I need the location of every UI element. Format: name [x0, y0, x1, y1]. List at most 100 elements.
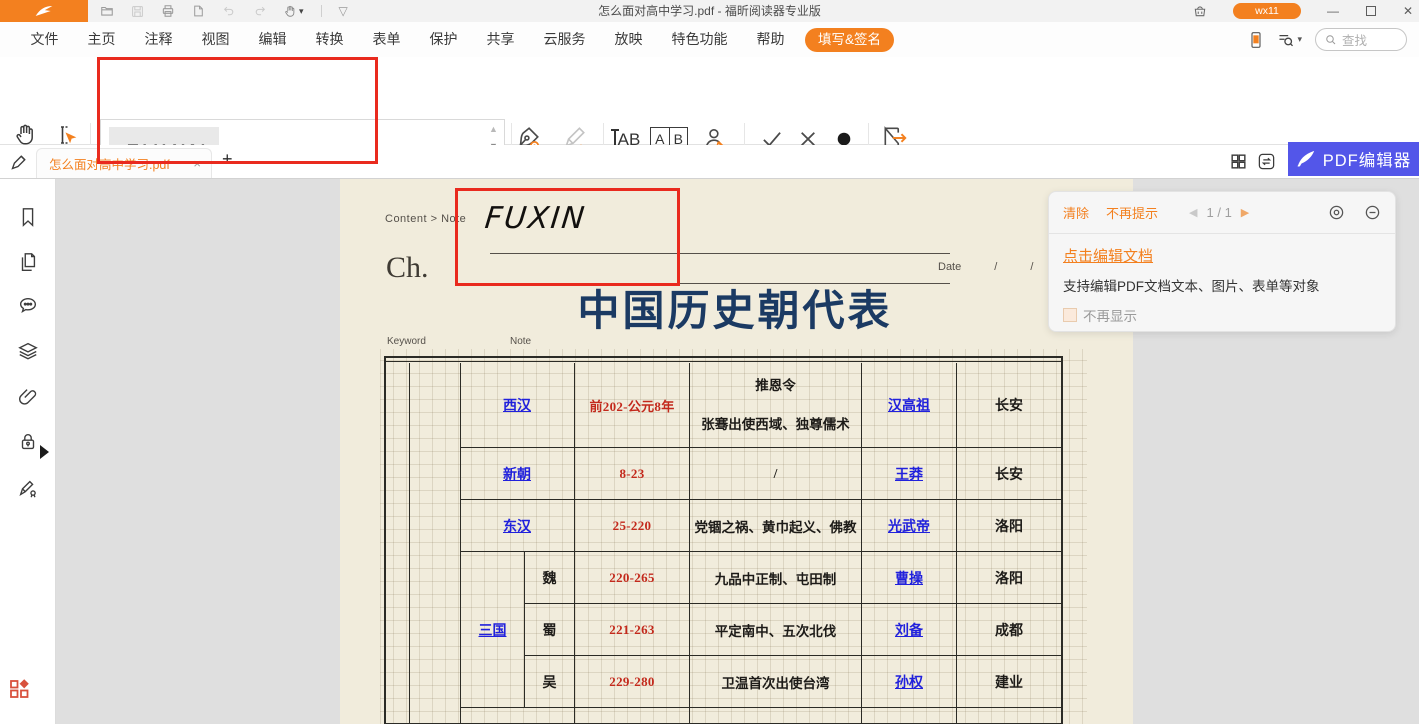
digital-signature-icon[interactable] [17, 477, 39, 499]
note-cell: 九品中正制、屯田制 [690, 552, 862, 604]
dynasty-link[interactable]: 三国 [479, 620, 507, 640]
emperor-link[interactable]: 光武帝 [888, 516, 930, 536]
open-file-icon[interactable] [100, 4, 114, 18]
switch-view-icon[interactable] [1257, 152, 1276, 171]
hint-pager: ◀ 1 / 1 ▶ [1189, 205, 1249, 220]
maximize-button[interactable] [1366, 6, 1376, 16]
pdf-editor-button[interactable]: PDF编辑器 [1288, 142, 1419, 176]
dont-show-checkbox[interactable] [1063, 308, 1077, 322]
emperor-link[interactable]: 汉高祖 [888, 395, 930, 415]
capital-cell: 长安 [957, 363, 1061, 448]
bookmarks-icon[interactable] [17, 206, 39, 228]
period-cell: 221-263 [575, 604, 690, 656]
menu-file[interactable]: 文件 [16, 22, 73, 57]
date-row: Date / / [938, 261, 1033, 273]
components-icon[interactable] [8, 677, 32, 701]
tab-grid-icon[interactable] [1229, 152, 1248, 171]
menu-form[interactable]: 表单 [358, 22, 415, 57]
customize-toolbar-chevron[interactable]: ▽ [339, 0, 348, 22]
search-input[interactable]: 查找 [1315, 28, 1407, 51]
close-window-button[interactable]: ✕ [1403, 4, 1413, 18]
new-document-icon[interactable] [192, 4, 205, 18]
sub-dynasty-cell: 蜀 [525, 604, 575, 656]
dynasty-link[interactable]: 东汉 [503, 516, 531, 536]
window-controls: — ✕ [1327, 0, 1413, 22]
sidebar-expand-handle[interactable] [40, 445, 49, 459]
table-row: 蜀 221-263 平定南中、五次北伐 刘备 成都 [460, 604, 1061, 656]
menu-help[interactable]: 帮助 [742, 22, 799, 57]
date-slash-2: / [1030, 261, 1033, 273]
menu-home[interactable]: 主页 [73, 22, 130, 57]
hand-icon [14, 123, 38, 147]
emperor-link[interactable]: 刘备 [895, 620, 923, 640]
menu-edit[interactable]: 编辑 [244, 22, 301, 57]
foxit-logo[interactable] [0, 0, 88, 22]
basket-icon[interactable] [1193, 4, 1207, 18]
sub-dynasty-cell: 魏 [525, 552, 575, 604]
annotation-rectangle-toolbar [97, 57, 378, 164]
menubar: 文件 主页 注释 视图 编辑 转换 表单 保护 共享 云服务 放映 特色功能 帮… [0, 22, 1419, 57]
table-rows: 西汉 前202-公元8年 推恩令 张骞出使西域、独尊儒术 汉高祖 长安 新朝 8… [460, 363, 1061, 723]
dynasty-link[interactable]: 新朝 [503, 464, 531, 484]
note-cell: / [690, 448, 862, 500]
edit-hint-panel: 清除 不再提示 ◀ 1 / 1 ▶ 点击编辑文档 支持编辑PDF文档文本、图片、… [1048, 191, 1396, 332]
search-icon [1325, 34, 1337, 46]
date-slash-1: / [994, 261, 997, 273]
table-row: 魏 220-265 九品中正制、屯田制 曹操 洛阳 [460, 552, 1061, 604]
emperor-link[interactable]: 孙权 [895, 672, 923, 692]
edit-document-link[interactable]: 点击编辑文档 [1063, 248, 1153, 265]
hint-description: 支持编辑PDF文档文本、图片、表单等对象 [1063, 275, 1381, 295]
period-cell: 25-220 [575, 500, 690, 552]
quill-icon [1296, 150, 1316, 168]
emperor-link[interactable]: 曹操 [895, 568, 923, 588]
dont-show-label: 不再显示 [1083, 305, 1137, 325]
menu-comment[interactable]: 注释 [130, 22, 187, 57]
redo-icon[interactable] [253, 5, 267, 18]
foxit-bird-icon [34, 3, 54, 19]
account-badge[interactable]: wx11 [1233, 3, 1301, 19]
dont-remind-button[interactable]: 不再提示 [1106, 203, 1158, 222]
period-cell: 220-265 [575, 552, 690, 604]
hand-tool-quick[interactable]: ▾ [284, 5, 304, 18]
comments-icon[interactable] [17, 295, 39, 317]
hint-panel-body: 点击编辑文档 支持编辑PDF文档文本、图片、表单等对象 不再显示 [1049, 234, 1395, 325]
pager-prev-icon[interactable]: ◀ [1189, 206, 1197, 219]
table-row: 东汉 25-220 党锢之祸、黄巾起义、佛教 光武帝 洛阳 [460, 500, 1061, 552]
menu-items: 文件 主页 注释 视图 编辑 转换 表单 保护 共享 云服务 放映 特色功能 帮… [0, 22, 894, 57]
menu-present[interactable]: 放映 [600, 22, 657, 57]
print-icon[interactable] [161, 4, 175, 18]
table-row [460, 708, 1061, 723]
menu-share[interactable]: 共享 [472, 22, 529, 57]
minimize-button[interactable]: — [1327, 4, 1339, 18]
pdf-page[interactable]: Content > Note Ch. FUXIN Date / / 中国历史朝代… [340, 179, 1133, 724]
menu-protect[interactable]: 保护 [415, 22, 472, 57]
fill-sign-tab[interactable]: 填写&签名 [805, 28, 894, 52]
capital-cell: 建业 [957, 656, 1061, 708]
search-options[interactable]: ▾ [1277, 32, 1302, 48]
edit-pencil-icon[interactable] [9, 151, 30, 172]
undo-icon[interactable] [222, 5, 236, 18]
menu-cloud[interactable]: 云服务 [529, 22, 600, 57]
layers-icon[interactable] [17, 340, 39, 362]
search-placeholder: 查找 [1342, 30, 1367, 49]
table-row: 西汉 前202-公元8年 推恩令 张骞出使西域、独尊儒术 汉高祖 长安 [460, 363, 1061, 448]
pages-icon[interactable] [17, 251, 39, 273]
menu-convert[interactable]: 转换 [301, 22, 358, 57]
clear-button[interactable]: 清除 [1063, 203, 1089, 222]
dont-show-row: 不再显示 [1063, 305, 1381, 325]
collapse-icon[interactable] [1364, 204, 1381, 221]
attachments-icon[interactable] [17, 386, 39, 408]
mobile-phone-icon[interactable] [1248, 31, 1264, 49]
menu-view[interactable]: 视图 [187, 22, 244, 57]
security-icon[interactable] [17, 431, 39, 453]
pager-next-icon[interactable]: ▶ [1241, 206, 1249, 219]
dynasty-link[interactable]: 西汉 [503, 395, 531, 415]
emperor-link[interactable]: 王莽 [895, 464, 923, 484]
menu-features[interactable]: 特色功能 [657, 22, 742, 57]
save-icon[interactable] [131, 5, 144, 18]
settings-icon[interactable] [1328, 204, 1345, 221]
capital-cell: 洛阳 [957, 500, 1061, 552]
gallery-scroll-up[interactable]: ▲ [489, 124, 498, 134]
chapter-label: Ch. [386, 251, 429, 285]
table-row: 吴 229-280 卫温首次出使台湾 孙权 建业 [460, 656, 1061, 708]
